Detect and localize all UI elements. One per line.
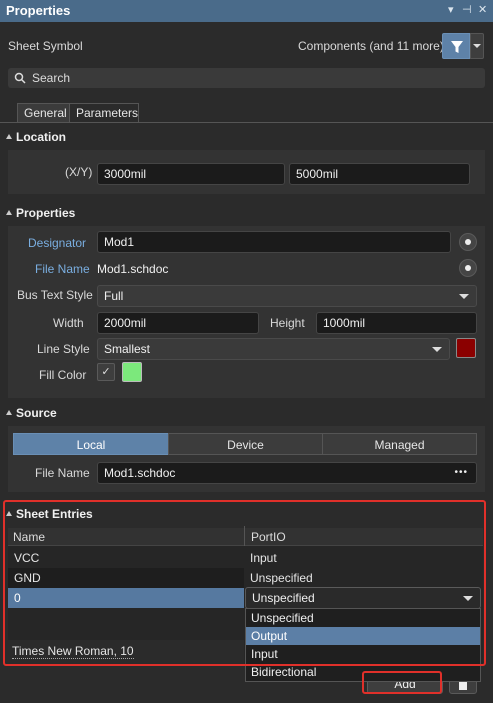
location-heading: Location bbox=[16, 130, 66, 144]
close-icon[interactable]: ✕ bbox=[478, 3, 487, 16]
filter-icon bbox=[451, 41, 463, 53]
search-input[interactable]: Search bbox=[8, 68, 485, 88]
filename-label: File Name bbox=[35, 262, 90, 276]
fill-color-label: Fill Color bbox=[39, 368, 87, 382]
browse-more-icon[interactable]: ••• bbox=[454, 463, 468, 483]
chevron-down-icon bbox=[459, 294, 469, 299]
source-heading: Source bbox=[16, 406, 57, 420]
collapse-triangle-icon bbox=[6, 410, 12, 415]
designator-visibility-icon[interactable] bbox=[459, 233, 477, 251]
collapse-triangle-icon bbox=[6, 210, 12, 215]
pin-icon[interactable]: ⊣ bbox=[462, 3, 472, 16]
tab-general[interactable]: General bbox=[17, 103, 70, 123]
bus-text-style-label: Bus Text Style bbox=[17, 288, 93, 302]
search-icon bbox=[14, 72, 26, 84]
search-placeholder: Search bbox=[32, 71, 71, 85]
source-option-local[interactable]: Local bbox=[13, 433, 169, 455]
sheet-entries-highlight bbox=[3, 500, 486, 666]
object-type-label: Sheet Symbol bbox=[8, 39, 83, 53]
properties-heading: Properties bbox=[16, 206, 76, 220]
height-label: Height bbox=[270, 316, 305, 330]
filter-dropdown-button[interactable] bbox=[470, 33, 484, 59]
bus-text-style-value: Full bbox=[104, 289, 124, 303]
tab-underline bbox=[0, 122, 493, 123]
width-label: Width bbox=[53, 316, 84, 330]
bus-text-style-dropdown[interactable]: Full bbox=[97, 285, 477, 307]
source-filename-field[interactable]: Mod1.schdoc ••• bbox=[97, 462, 477, 484]
designator-label: Designator bbox=[28, 236, 87, 250]
panel-title: Properties bbox=[6, 3, 71, 18]
collapse-triangle-icon bbox=[6, 134, 12, 139]
xy-label: (X/Y) bbox=[65, 165, 93, 179]
source-filename-label: File Name bbox=[35, 466, 90, 480]
width-field[interactable]: 2000mil bbox=[97, 312, 259, 334]
fill-color-swatch[interactable] bbox=[122, 362, 142, 382]
source-option-managed[interactable]: Managed bbox=[322, 433, 477, 455]
line-style-value: Smallest bbox=[104, 342, 151, 356]
chevron-down-icon bbox=[473, 44, 481, 48]
panel-titlebar: Properties ▾ ⊣ ✕ bbox=[0, 0, 493, 22]
chevron-down-icon bbox=[432, 347, 442, 352]
line-style-dropdown[interactable]: Smallest bbox=[97, 338, 450, 360]
properties-section-header[interactable]: Properties bbox=[0, 202, 493, 224]
filter-button[interactable] bbox=[442, 33, 470, 59]
location-section-header[interactable]: Location bbox=[0, 126, 493, 148]
panel-menu-icon[interactable]: ▾ bbox=[448, 3, 454, 16]
filter-scope-label[interactable]: Components (and 11 more) bbox=[298, 39, 444, 53]
fill-checkbox[interactable]: ✓ bbox=[97, 363, 115, 381]
line-style-label: Line Style bbox=[37, 342, 90, 356]
tab-parameters[interactable]: Parameters bbox=[69, 103, 139, 123]
filename-visibility-icon[interactable] bbox=[459, 259, 477, 277]
height-field[interactable]: 1000mil bbox=[316, 312, 477, 334]
y-field[interactable]: 5000mil bbox=[289, 163, 470, 185]
source-section-header[interactable]: Source bbox=[0, 402, 493, 424]
filename-value: Mod1.schdoc bbox=[97, 262, 169, 276]
designator-field[interactable]: Mod1 bbox=[97, 231, 451, 253]
line-color-swatch[interactable] bbox=[456, 338, 476, 358]
source-filename-value: Mod1.schdoc bbox=[104, 466, 176, 480]
source-option-device[interactable]: Device bbox=[168, 433, 323, 455]
add-button-highlight bbox=[362, 671, 442, 694]
x-field[interactable]: 3000mil bbox=[97, 163, 285, 185]
